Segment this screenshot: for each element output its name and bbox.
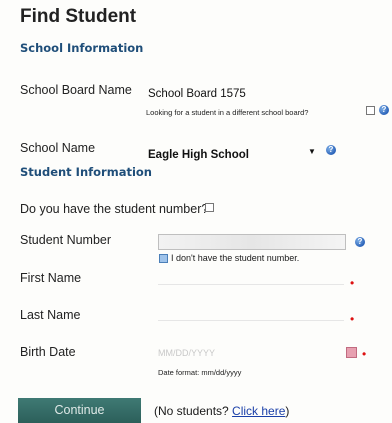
calendar-icon[interactable]: [346, 347, 357, 358]
date-format-hint: Date format: mm/dd/yyyy: [158, 368, 242, 377]
has-student-number-checkbox[interactable]: [205, 203, 214, 212]
no-student-number-label: I don't have the student number.: [171, 253, 300, 263]
school-board-value: School Board 1575: [148, 88, 246, 100]
student-number-question: Do you have the student number?: [20, 202, 209, 216]
school-board-label: School Board Name: [20, 83, 132, 97]
page-title: Find Student: [20, 6, 137, 27]
student-number-input[interactable]: [158, 234, 346, 250]
click-here-link[interactable]: Click here: [232, 404, 285, 418]
school-select[interactable]: Eagle High School ▼: [148, 145, 328, 161]
no-students-prefix: (No students?: [154, 404, 233, 418]
required-marker: •: [350, 312, 355, 326]
different-board-checkbox[interactable]: [366, 106, 375, 115]
no-students-suffix: ): [285, 404, 290, 418]
last-name-label: Last Name: [20, 308, 81, 322]
section-heading-student: Student Information: [20, 165, 152, 179]
school-selected-value: Eagle High School: [148, 149, 249, 161]
help-icon[interactable]: ?: [326, 145, 336, 155]
help-icon[interactable]: ?: [355, 237, 365, 247]
birth-date-label: Birth Date: [20, 345, 76, 359]
birth-date-input[interactable]: MM/DD/YYYY: [158, 348, 344, 361]
required-marker: •: [350, 276, 355, 290]
student-number-label: Student Number: [20, 233, 112, 247]
required-marker: •: [362, 347, 367, 361]
no-students-text: (No students? Click here): [154, 404, 289, 418]
chevron-down-icon: ▼: [308, 147, 316, 156]
first-name-label: First Name: [20, 271, 82, 285]
school-name-label: School Name: [20, 141, 96, 155]
last-name-input[interactable]: [158, 308, 344, 321]
first-name-input[interactable]: [158, 272, 344, 285]
no-student-number-checkbox[interactable]: [159, 254, 168, 263]
section-heading-school: School Information: [20, 41, 144, 55]
continue-button[interactable]: Continue: [18, 398, 141, 423]
different-board-question: Looking for a student in a different sch…: [146, 108, 309, 117]
help-icon[interactable]: ?: [379, 105, 389, 115]
